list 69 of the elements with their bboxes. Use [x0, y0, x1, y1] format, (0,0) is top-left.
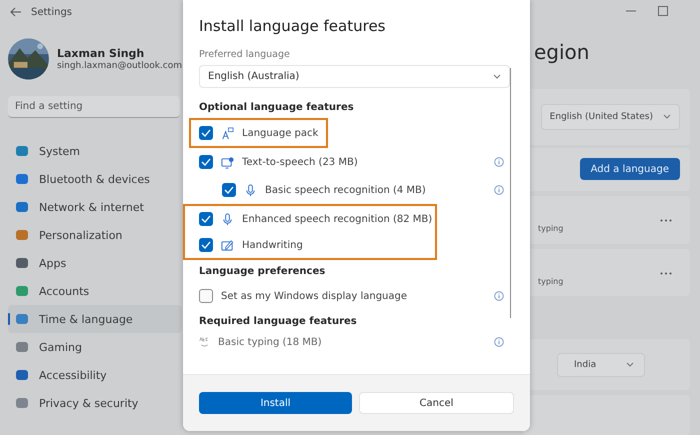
region-dropdown[interactable]: India — [557, 352, 645, 377]
feature-label: Handwriting — [242, 240, 303, 250]
microphone-icon — [221, 212, 234, 226]
dialog-title: Install language features — [199, 17, 386, 35]
feature-label: Basic typing (18 MB) — [218, 336, 322, 348]
chevron-icon — [493, 74, 501, 79]
checkbox[interactable] — [199, 212, 213, 226]
chevron-icon — [663, 114, 671, 120]
section-heading: Required language features — [199, 316, 358, 329]
feature-label: Text-to-speech (23 MB) — [242, 156, 358, 168]
field-label: Preferred language — [199, 49, 291, 60]
scrollbar[interactable] — [510, 68, 511, 318]
back-icon[interactable] — [10, 7, 22, 17]
language-detail: typing — [538, 224, 564, 234]
nav-item[interactable]: Accounts — [8, 277, 182, 305]
nav-icon — [15, 200, 29, 214]
checkbox[interactable] — [199, 126, 213, 140]
language-dropdown[interactable]: English (Australia) — [199, 65, 510, 88]
nav-icon — [15, 284, 29, 298]
nav-icon — [15, 144, 29, 158]
info-icon[interactable] — [494, 157, 504, 167]
checkbox[interactable] — [199, 289, 213, 303]
nav-item[interactable]: Bluetooth & devices — [8, 165, 182, 193]
nav-icon — [15, 312, 29, 326]
nav-item[interactable]: Accessibility — [8, 361, 182, 389]
checkbox[interactable] — [199, 238, 213, 252]
checkbox[interactable] — [199, 155, 213, 169]
search-field[interactable]: Find a setting — [8, 96, 180, 118]
pen-icon — [221, 238, 234, 252]
user-email: singh.laxman@outlook.com — [56, 61, 182, 71]
section-heading: Language preferences — [199, 266, 326, 279]
preference-label: Set as my Windows display language — [221, 290, 408, 302]
feature-label: Enhanced speech recognition (82 MB) — [242, 214, 432, 224]
nav-item[interactable]: Network & internet — [8, 193, 182, 221]
nav-item[interactable]: Gaming — [8, 333, 182, 361]
info-icon[interactable] — [494, 337, 504, 347]
language-dropdown[interactable]: English (United States) — [540, 104, 680, 130]
nav-item[interactable]: Personalization — [8, 221, 182, 249]
maximize-icon[interactable] — [658, 6, 668, 16]
cancel-button[interactable]: Cancel — [359, 392, 514, 414]
section-heading: Optional language features — [199, 102, 355, 115]
nav-icon — [15, 368, 29, 382]
nav-icon — [15, 256, 29, 270]
nav-icon — [15, 396, 29, 410]
nav-item[interactable]: Time & language — [8, 305, 182, 333]
nav-icon — [15, 340, 29, 354]
more-icon[interactable] — [660, 272, 672, 275]
install-button[interactable]: Install — [199, 392, 352, 414]
more-icon[interactable] — [660, 219, 672, 222]
nav-item[interactable]: Privacy & security — [8, 389, 182, 417]
language-icon — [221, 126, 234, 140]
speech-screen-icon — [221, 156, 234, 168]
nav-icon — [15, 172, 29, 186]
feature-label: Basic speech recognition (4 MB) — [265, 184, 426, 196]
user-name: Laxman Singh — [56, 47, 146, 60]
keyboard-typing-icon — [199, 336, 210, 348]
language-detail: typing — [538, 276, 564, 286]
add-language-button[interactable]: Add a language — [580, 158, 680, 180]
page-title: egion — [534, 40, 590, 66]
window-title: Settings — [31, 6, 72, 18]
info-icon[interactable] — [494, 291, 504, 301]
microphone-icon — [244, 184, 257, 196]
chevron-icon — [626, 362, 634, 368]
nav-item[interactable]: System — [8, 137, 182, 165]
nav-item[interactable]: Apps — [8, 249, 182, 277]
checkbox[interactable] — [222, 183, 236, 197]
feature-label: Language pack — [242, 128, 318, 138]
nav-icon — [15, 228, 29, 242]
info-icon[interactable] — [494, 185, 504, 195]
